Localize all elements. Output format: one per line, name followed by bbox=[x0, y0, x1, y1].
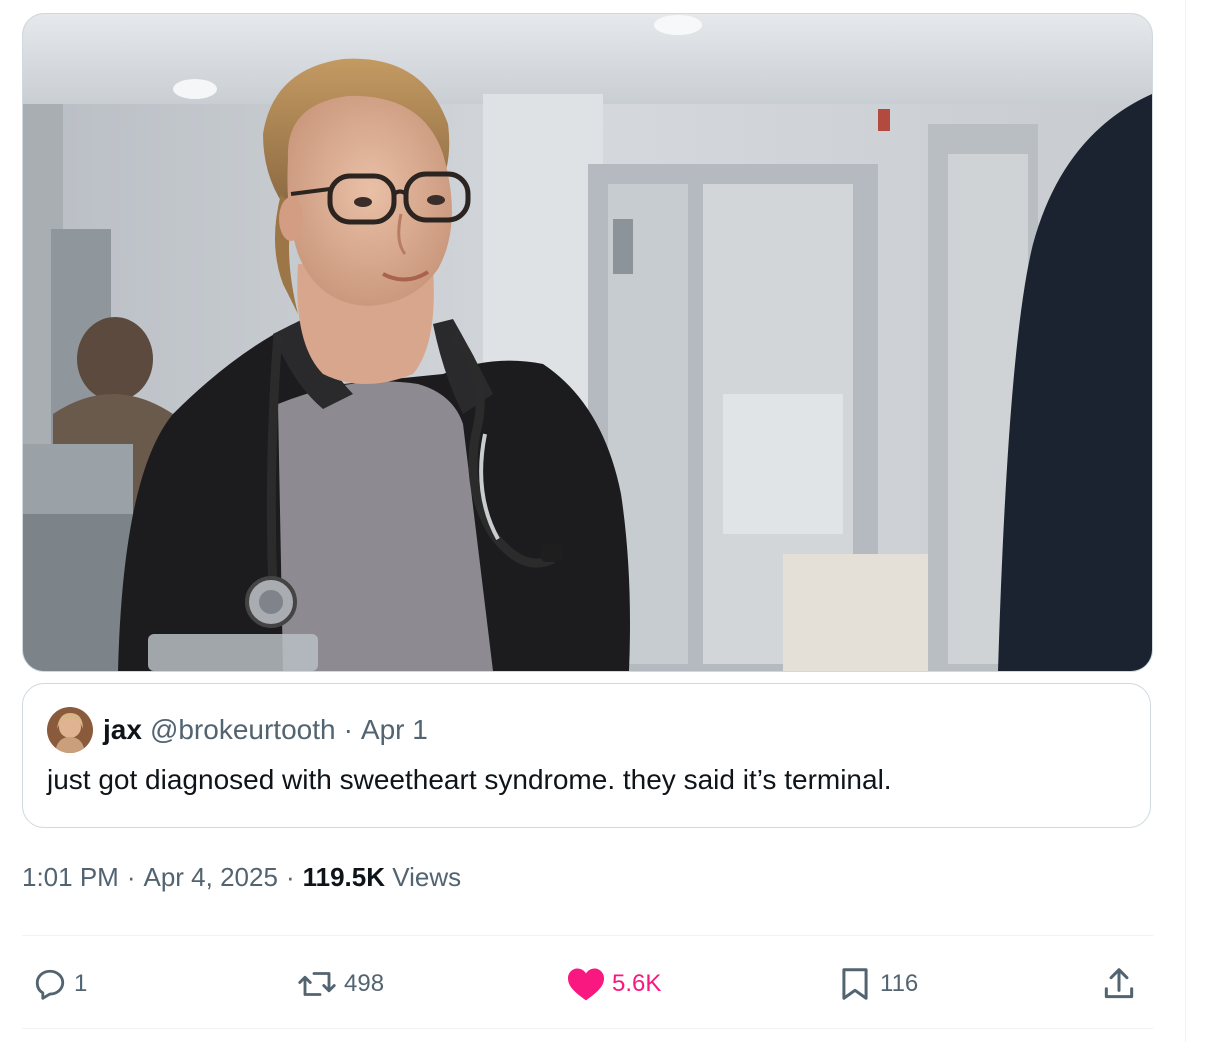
avatar[interactable] bbox=[47, 707, 93, 753]
views-count: 119.5K bbox=[302, 862, 386, 892]
reply-icon bbox=[35, 969, 65, 1000]
quoted-author-handle[interactable]: @brokeurtooth bbox=[150, 714, 336, 746]
divider bbox=[22, 1028, 1153, 1029]
reply-button[interactable]: 1 bbox=[32, 962, 87, 1006]
tweet-detail: jax @brokeurtooth · Apr 1 just got diagn… bbox=[0, 0, 1218, 1042]
divider bbox=[22, 935, 1153, 936]
quoted-tweet-text: just got diagnosed with sweetheart syndr… bbox=[47, 764, 892, 795]
tweet-meta: 1:01 PM · Apr 4, 2025 · 119.5K Views bbox=[22, 862, 461, 893]
share-button[interactable] bbox=[1100, 962, 1144, 1006]
quoted-tweet[interactable]: jax @brokeurtooth · Apr 1 just got diagn… bbox=[22, 683, 1151, 828]
retweet-button[interactable]: 498 bbox=[296, 962, 384, 1006]
reply-count: 1 bbox=[74, 970, 88, 997]
bookmark-button[interactable]: 116 bbox=[836, 962, 918, 1006]
quoted-tweet-header: jax @brokeurtooth · Apr 1 bbox=[47, 707, 428, 753]
column-divider bbox=[1185, 0, 1186, 1042]
tweet-date[interactable]: Apr 4, 2025 bbox=[144, 862, 278, 892]
tweet-time[interactable]: 1:01 PM bbox=[22, 862, 119, 892]
quoted-tweet-date[interactable]: Apr 1 bbox=[361, 714, 428, 746]
heart-icon bbox=[568, 968, 604, 1001]
separator-dot: · bbox=[126, 862, 136, 892]
separator-dot: · bbox=[285, 862, 295, 892]
bookmark-count: 116 bbox=[880, 970, 919, 997]
retweet-count: 498 bbox=[344, 970, 385, 997]
tweet-photo[interactable] bbox=[22, 13, 1153, 672]
bookmark-icon bbox=[842, 968, 868, 1000]
share-icon bbox=[1104, 968, 1134, 999]
retweet-icon bbox=[298, 972, 336, 996]
separator-dot: · bbox=[343, 714, 353, 745]
views-label: Views bbox=[392, 862, 462, 892]
quoted-author-name[interactable]: jax bbox=[103, 714, 142, 746]
photo-illustration bbox=[23, 14, 1152, 671]
like-button[interactable]: 5.6K bbox=[566, 962, 661, 1006]
like-count: 5.6K bbox=[612, 970, 662, 997]
